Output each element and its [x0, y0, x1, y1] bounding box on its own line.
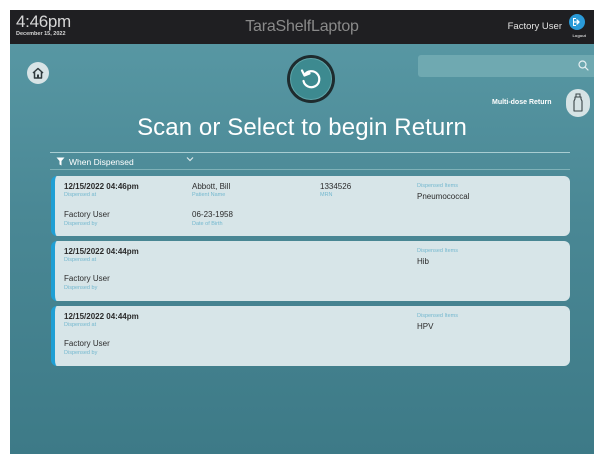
multidose-return-button[interactable]	[566, 89, 590, 117]
date-of-birth-value: 06-23-1958	[192, 210, 233, 219]
filter-icon	[56, 157, 65, 166]
patient-name-value: Abbott, Bill	[192, 182, 231, 191]
app-title: TaraShelfLaptop	[245, 18, 359, 35]
vial-icon	[573, 93, 583, 112]
multidose-label: Multi-dose Return	[492, 99, 552, 106]
home-icon	[32, 67, 44, 79]
sort-label: When Dispensed	[69, 157, 134, 167]
search-icon	[578, 60, 589, 71]
mrn-value: 1334526	[320, 182, 352, 191]
dispense-record-card[interactable]: 12/15/2022 04:44pm Dispensed at Factory …	[51, 241, 570, 301]
dispense-record-card[interactable]: 12/15/2022 04:46pm Dispensed at Factory …	[51, 176, 570, 236]
dispensed-at-label: Dispensed at	[64, 322, 97, 328]
dispensed-at-value: 12/15/2022 04:46pm	[64, 182, 139, 191]
dispensed-at-label: Dispensed at	[64, 192, 97, 198]
dispensed-at-label: Dispensed at	[64, 257, 97, 263]
search-input[interactable]	[418, 55, 594, 77]
dispensed-items-value: HPV	[417, 322, 434, 331]
dispensed-items-label: Dispensed Items	[417, 313, 458, 319]
chevron-down-icon[interactable]	[186, 156, 194, 162]
sort-filter-bar[interactable]: When Dispensed	[50, 152, 570, 170]
page-title: Scan or Select to begin Return	[137, 114, 467, 141]
logout-icon	[573, 18, 580, 26]
patient-name-label: Patient Name	[192, 192, 226, 198]
mrn-label: MRN	[320, 192, 333, 198]
current-user: Factory User	[507, 21, 562, 32]
dispense-record-card[interactable]: 12/15/2022 04:44pm Dispensed at Factory …	[51, 306, 570, 366]
logout-button[interactable]	[569, 14, 585, 30]
logout-label: Logout	[572, 33, 586, 38]
app-frame: 4:46pm December 15, 2022 TaraShelfLaptop…	[10, 10, 594, 454]
dispensed-items-label: Dispensed Items	[417, 248, 458, 254]
dispensed-by-value: Factory User	[64, 210, 110, 219]
dispensed-by-value: Factory User	[64, 274, 110, 283]
dispensed-items-label: Dispensed Items	[417, 183, 458, 189]
dispensed-items-value: Pneumococcal	[417, 192, 470, 201]
top-bar: 4:46pm December 15, 2022 TaraShelfLaptop…	[10, 10, 594, 44]
dispensed-at-value: 12/15/2022 04:44pm	[64, 312, 139, 321]
dispensed-by-label: Dispensed by	[64, 350, 98, 356]
dispensed-at-value: 12/15/2022 04:44pm	[64, 247, 139, 256]
dispensed-by-label: Dispensed by	[64, 285, 98, 291]
dispensed-by-label: Dispensed by	[64, 221, 98, 227]
dispensed-items-value: Hib	[417, 257, 430, 266]
dispensed-by-value: Factory User	[64, 339, 110, 348]
date-of-birth-label: Date of Birth	[192, 221, 223, 227]
home-button[interactable]	[27, 62, 49, 84]
undo-icon	[300, 69, 321, 89]
return-button[interactable]	[287, 55, 335, 103]
